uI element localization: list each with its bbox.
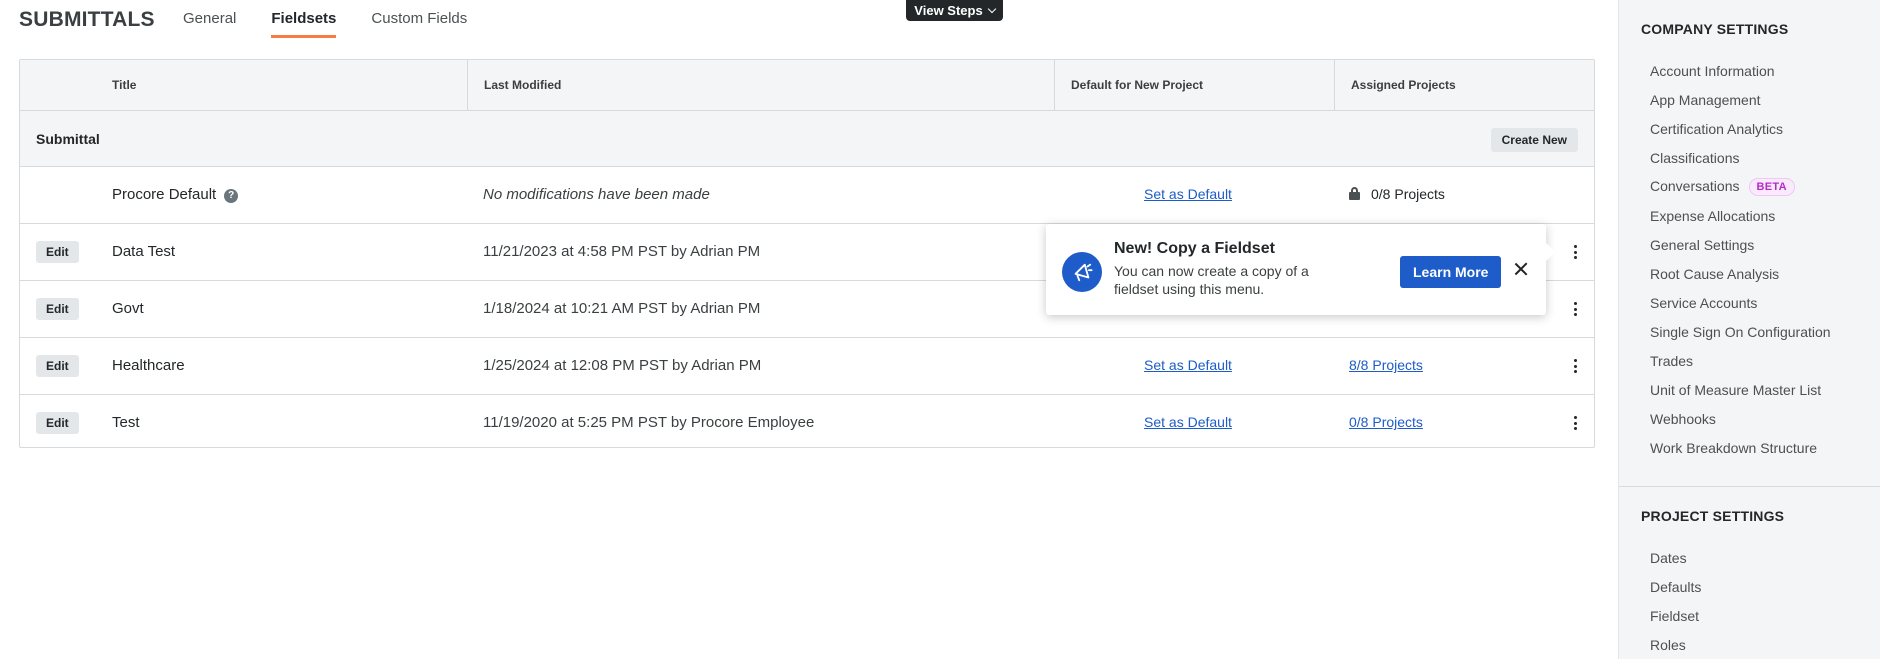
row-last-modified: No modifications have been made (483, 186, 710, 203)
table-row: Edit Test 11/19/2020 at 5:25 PM PST by P… (20, 395, 1594, 452)
megaphone-icon (1062, 252, 1102, 292)
settings-sidebar: COMPANY SETTINGS Account Information App… (1618, 0, 1880, 659)
table-row: Procore Default? No modifications have b… (20, 167, 1594, 224)
settings-link-service-accounts[interactable]: Service Accounts (1650, 295, 1757, 311)
assigned-projects-locked: 0/8 Projects (1349, 186, 1445, 202)
settings-divider (1619, 486, 1880, 487)
beta-badge: BETA (1748, 178, 1795, 196)
settings-link-account-information[interactable]: Account Information (1650, 63, 1775, 79)
set-as-default-link[interactable]: Set as Default (1144, 186, 1232, 202)
edit-button[interactable]: Edit (36, 298, 79, 320)
group-title: Submittal (36, 131, 100, 147)
settings-link-conversations[interactable]: Conversations BETA (1650, 178, 1795, 196)
tab-bar: General Fieldsets Custom Fields (183, 10, 502, 38)
close-icon[interactable] (1514, 262, 1528, 276)
settings-link-dates[interactable]: Dates (1650, 550, 1687, 566)
settings-link-unit-of-measure[interactable]: Unit of Measure Master List (1650, 382, 1821, 398)
row-title: Test (112, 414, 140, 431)
group-row-submittal: Submittal Create New (20, 111, 1594, 167)
settings-link-work-breakdown-structure[interactable]: Work Breakdown Structure (1650, 440, 1817, 456)
column-header-assigned-projects: Assigned Projects (1334, 60, 1456, 110)
column-header-default: Default for New Project (1054, 60, 1334, 110)
help-circle-icon[interactable]: ? (224, 189, 239, 203)
kebab-menu-icon[interactable] (1574, 359, 1578, 373)
settings-link-roles[interactable]: Roles (1650, 637, 1686, 653)
view-steps-button[interactable]: View Steps (906, 0, 1003, 21)
settings-link-root-cause-analysis[interactable]: Root Cause Analysis (1650, 266, 1779, 282)
learn-more-button[interactable]: Learn More (1400, 256, 1502, 288)
row-last-modified: 1/25/2024 at 12:08 PM PST by Adrian PM (483, 357, 762, 374)
kebab-menu-icon[interactable] (1574, 245, 1578, 259)
settings-link-fieldset[interactable]: Fieldset (1650, 608, 1699, 624)
row-title: Healthcare (112, 357, 185, 374)
tab-fieldsets[interactable]: Fieldsets (271, 10, 337, 38)
assigned-projects-count: 0/8 Projects (1371, 186, 1445, 202)
row-title-cell: Procore Default? (112, 186, 239, 203)
view-steps-label: View Steps (914, 3, 983, 18)
row-title: Procore Default (112, 186, 217, 203)
company-settings-heading: COMPANY SETTINGS (1641, 21, 1789, 37)
row-title: Data Test (112, 243, 176, 260)
row-last-modified: 11/19/2020 at 5:25 PM PST by Procore Emp… (483, 414, 815, 431)
set-as-default-link[interactable]: Set as Default (1144, 357, 1232, 373)
tab-custom-fields[interactable]: Custom Fields (371, 10, 467, 38)
popover-body: You can now create a copy of a fieldset … (1114, 263, 1309, 297)
settings-link-app-management[interactable]: App Management (1650, 92, 1761, 108)
page-title: SUBMITTALS (19, 8, 155, 31)
settings-link-general-settings[interactable]: General Settings (1650, 237, 1754, 253)
column-header-title: Title (112, 78, 137, 92)
set-as-default-link[interactable]: Set as Default (1144, 414, 1232, 430)
settings-link-expense-allocations[interactable]: Expense Allocations (1650, 208, 1775, 224)
edit-button[interactable]: Edit (36, 241, 79, 263)
row-title: Govt (112, 300, 144, 317)
row-last-modified: 11/21/2023 at 4:58 PM PST by Adrian PM (483, 243, 761, 260)
kebab-menu-icon[interactable] (1574, 416, 1578, 430)
settings-link-defaults[interactable]: Defaults (1650, 579, 1701, 595)
tab-general[interactable]: General (183, 10, 236, 38)
chevron-down-icon (987, 4, 996, 14)
assigned-projects-link[interactable]: 0/8 Projects (1349, 414, 1423, 430)
settings-link-classifications[interactable]: Classifications (1650, 150, 1739, 166)
lock-icon (1349, 187, 1360, 200)
settings-link-trades[interactable]: Trades (1650, 353, 1693, 369)
edit-button[interactable]: Edit (36, 355, 79, 377)
table-row: Edit Healthcare 1/25/2024 at 12:08 PM PS… (20, 338, 1594, 395)
edit-button[interactable]: Edit (36, 412, 79, 434)
popover-title: New! Copy a Fieldset (1114, 240, 1275, 257)
settings-link-single-sign-on[interactable]: Single Sign On Configuration (1650, 324, 1831, 340)
settings-link-certification-analytics[interactable]: Certification Analytics (1650, 121, 1783, 137)
project-settings-heading: PROJECT SETTINGS (1641, 508, 1785, 524)
settings-link-webhooks[interactable]: Webhooks (1650, 411, 1716, 427)
create-new-button[interactable]: Create New (1490, 128, 1578, 152)
kebab-menu-icon[interactable] (1574, 302, 1578, 316)
assigned-projects-link[interactable]: 8/8 Projects (1349, 357, 1423, 373)
column-header-last-modified: Last Modified (467, 60, 1054, 110)
table-header: Title Last Modified Default for New Proj… (20, 60, 1594, 111)
copy-fieldset-popover: New! Copy a Fieldset You can now create … (1046, 224, 1555, 315)
settings-link-label: Conversations (1650, 178, 1740, 194)
row-last-modified: 1/18/2024 at 10:21 AM PST by Adrian PM (483, 300, 761, 317)
